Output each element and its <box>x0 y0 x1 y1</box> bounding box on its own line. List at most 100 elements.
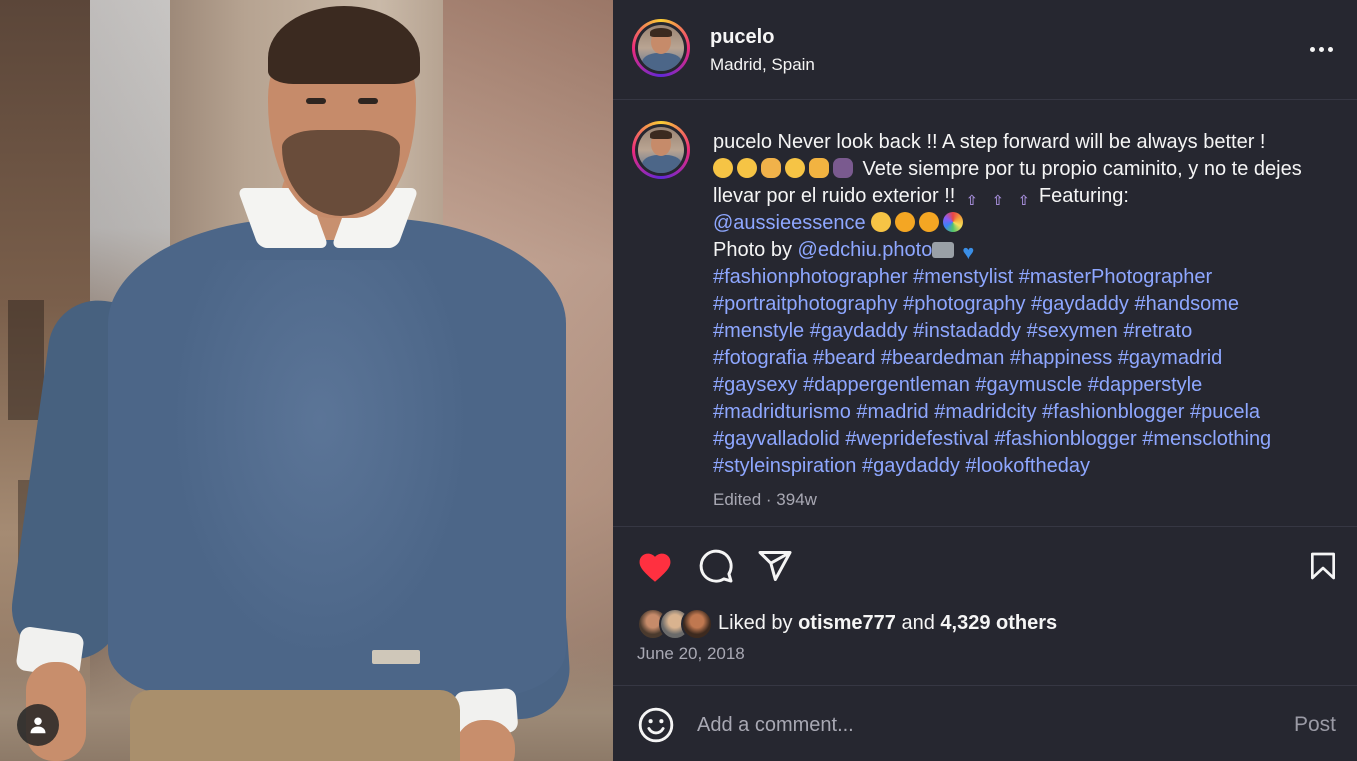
mention-link[interactable]: @edchiu.photo <box>798 239 933 261</box>
hashtag-link[interactable]: #madrid <box>856 401 928 423</box>
comment-input[interactable] <box>697 708 1257 742</box>
post-caption: pucelo Never look back !! A step forward… <box>713 129 1323 480</box>
smiling-emoji-icon <box>737 158 757 178</box>
caption-text-1: Never look back !! A step forward will b… <box>771 131 1266 153</box>
tongue-emoji-icon <box>871 212 892 232</box>
hashtag-link[interactable]: #gaymuscle <box>975 374 1082 396</box>
hashtag-link[interactable]: #styleinspiration <box>713 455 856 477</box>
hashtag-link[interactable]: #mensclothing <box>1142 428 1271 450</box>
hashtag-link[interactable]: #retrato <box>1123 320 1192 342</box>
tagged-users-button[interactable] <box>17 704 59 746</box>
liker-avatars[interactable] <box>637 608 713 640</box>
author-avatar[interactable] <box>632 19 690 77</box>
ok-hand-emoji-icon <box>761 158 781 178</box>
hashtag-link[interactable]: #gaysexy <box>713 374 798 396</box>
top-arrow-emoji-icon: ⇧ <box>966 192 978 208</box>
liked-by-prefix: Liked by <box>718 612 799 634</box>
subject-eye <box>358 98 378 104</box>
hashtag-link[interactable]: #gaymadrid <box>1118 347 1223 369</box>
liked-by-others[interactable]: 4,329 others <box>940 612 1057 634</box>
more-icon-dot <box>1327 46 1333 52</box>
subject-pants <box>130 690 460 761</box>
hashtag-link[interactable]: #fashionblogger <box>994 428 1136 450</box>
post-comment-button[interactable]: Post <box>1294 713 1336 737</box>
hashtag-link[interactable]: #instadaddy <box>913 320 1021 342</box>
hashtag-link[interactable]: #gaydaddy <box>810 320 908 342</box>
caption-photo-by: Photo by <box>713 239 798 261</box>
hashtag-link[interactable]: #beardedman <box>881 347 1004 369</box>
camera-emoji-icon <box>932 242 955 258</box>
tongue-emoji-icon <box>785 158 805 178</box>
hashtag-link[interactable]: #sexymen <box>1027 320 1118 342</box>
photo-subject-man <box>0 0 613 761</box>
hashtag-link[interactable]: #gayvalladolid <box>713 428 840 450</box>
post-location[interactable]: Madrid, Spain <box>710 55 815 75</box>
user-icon <box>30 717 46 734</box>
top-arrow-emoji-icon: ⇧ <box>992 192 1004 208</box>
heart-icon <box>639 553 671 582</box>
hashtag-link[interactable]: #dappergentleman <box>803 374 970 396</box>
hashtag-link[interactable]: #photography <box>903 293 1025 315</box>
subject-hair <box>268 6 420 84</box>
caption-username[interactable]: pucelo <box>713 131 772 153</box>
avatar-body <box>642 155 682 173</box>
share-button[interactable] <box>755 546 795 586</box>
hashtag-link[interactable]: #beard <box>813 347 875 369</box>
hashtag-link[interactable]: #menstylist <box>913 266 1013 288</box>
caption-section: pucelo Never look back !! A step forward… <box>613 101 1357 526</box>
edited-timestamp: Edited · 394w <box>713 490 817 509</box>
mention-link[interactable]: @aussieessence <box>713 212 866 234</box>
hashtag-link[interactable]: #masterPhotographer <box>1019 266 1212 288</box>
author-username[interactable]: pucelo <box>710 26 774 49</box>
subject-sweater-shade <box>170 260 470 660</box>
post-details-panel: pucelo Madrid, Spain pucelo Never look b… <box>613 0 1357 761</box>
avatar-image <box>638 127 684 173</box>
bookmark-icon <box>1311 552 1335 580</box>
comment-button[interactable] <box>696 546 736 586</box>
post-date: June 20, 2018 <box>637 644 745 663</box>
hashtag-link[interactable]: #wepridefestival <box>845 428 988 450</box>
liked-by-text[interactable]: Liked by otisme777 and 4,329 others <box>718 612 1057 635</box>
blue-heart-emoji-icon: ♥ <box>962 242 975 264</box>
avatar-inner <box>635 22 687 74</box>
more-icon-dot <box>1318 46 1324 52</box>
emoji-picker-button[interactable] <box>637 706 675 744</box>
post-photo[interactable] <box>0 0 613 761</box>
liked-by-user[interactable]: otisme777 <box>798 612 896 634</box>
subject-sweater-label <box>372 650 420 664</box>
rainbow-emoji-icon <box>943 212 964 232</box>
hashtag-link[interactable]: #madridturismo <box>713 401 851 423</box>
flexed-biceps-emoji-icon <box>809 158 829 178</box>
avatar-hair <box>650 130 672 139</box>
more-options-button[interactable] <box>1305 38 1337 60</box>
avatar-inner <box>635 124 687 176</box>
sun-emoji-icon <box>895 212 916 232</box>
avatar-hair <box>650 28 672 37</box>
post-actions: Liked by otisme777 and 4,329 others June… <box>613 526 1357 686</box>
hashtag-link[interactable]: #gaydaddy <box>862 455 960 477</box>
hashtag-link[interactable]: #menstyle <box>713 320 804 342</box>
caption-featuring: Featuring: <box>1038 185 1129 207</box>
hashtag-link[interactable]: #gaydaddy <box>1031 293 1129 315</box>
share-icon <box>758 551 792 581</box>
comment-bar: Post <box>613 685 1357 761</box>
post-header: pucelo Madrid, Spain <box>613 0 1357 100</box>
hashtag-link[interactable]: #portraitphotography <box>713 293 898 315</box>
avatar-body <box>642 53 682 71</box>
sun-emoji-icon <box>919 212 940 232</box>
hashtag-link[interactable]: #fashionblogger <box>1042 401 1184 423</box>
hashtag-link[interactable]: #handsome <box>1134 293 1239 315</box>
subject-eye <box>306 98 326 104</box>
hashtag-link[interactable]: #pucela <box>1190 401 1260 423</box>
caption-author-avatar[interactable] <box>632 121 690 179</box>
save-button[interactable] <box>1303 546 1343 586</box>
hashtag-link[interactable]: #lookoftheday <box>965 455 1090 477</box>
hashtag-link[interactable]: #fashionphotographer <box>713 266 908 288</box>
more-icon <box>1309 46 1315 52</box>
hashtag-link[interactable]: #madridcity <box>934 401 1036 423</box>
hashtag-link[interactable]: #happiness <box>1010 347 1112 369</box>
hashtag-link[interactable]: #dapperstyle <box>1088 374 1203 396</box>
smiling-emoji-icon <box>713 158 733 178</box>
hashtag-link[interactable]: #fotografia <box>713 347 808 369</box>
like-button[interactable] <box>635 546 675 586</box>
